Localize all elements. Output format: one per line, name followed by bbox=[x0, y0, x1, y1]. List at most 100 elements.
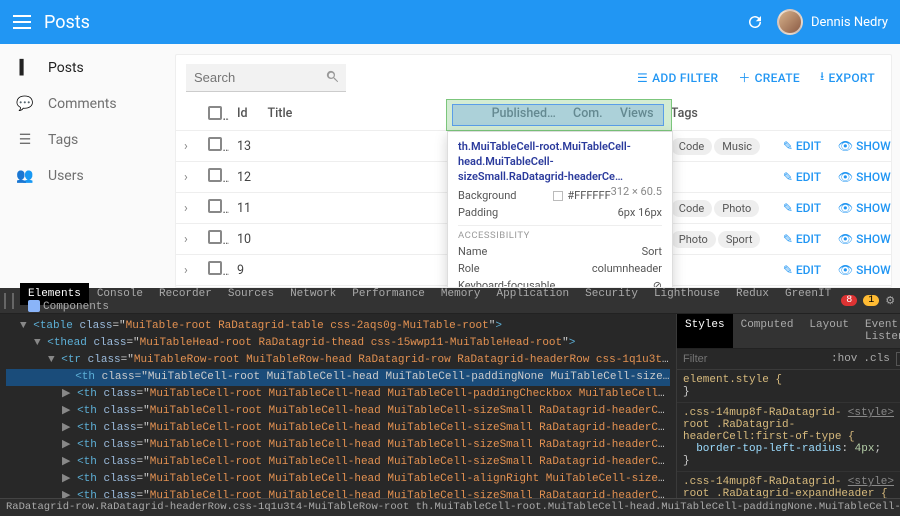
dom-node[interactable]: ▶ <th class="MuiTableCell-root MuiTableC… bbox=[6, 403, 670, 420]
cell-tags: CodeMusic bbox=[663, 131, 775, 162]
tag-chip[interactable]: Music bbox=[714, 138, 760, 155]
header-views[interactable]: Views bbox=[612, 100, 663, 131]
show-button[interactable]: 👁SHOW bbox=[838, 139, 891, 153]
dom-node[interactable]: <th class="MuiTableCell-root MuiTableCel… bbox=[6, 369, 670, 386]
styles-tab-computed[interactable]: Computed bbox=[733, 314, 802, 348]
show-button[interactable]: 👁SHOW bbox=[838, 232, 891, 246]
devtools-tab-redux[interactable]: Redux bbox=[728, 283, 777, 305]
devtools-tab-performance[interactable]: Performance bbox=[344, 283, 433, 305]
add-filter-button[interactable]: ☰ADD FILTER bbox=[631, 67, 724, 89]
dom-node[interactable]: ▼ <thead class="MuiTableHead-root RaData… bbox=[6, 335, 670, 352]
create-button[interactable]: ＋CREATE bbox=[732, 65, 806, 90]
refresh-icon[interactable] bbox=[745, 12, 765, 32]
sidebar-item-posts[interactable]: ▍Posts bbox=[0, 50, 175, 86]
edit-button[interactable]: ✎EDIT bbox=[783, 170, 821, 184]
edit-button[interactable]: ✎EDIT bbox=[783, 232, 821, 246]
sidebar-item-tags[interactable]: ☰Tags bbox=[0, 122, 175, 158]
swatch-icon bbox=[553, 191, 563, 201]
dom-tree[interactable]: ▼ <table class="MuiTable-root RaDatagrid… bbox=[0, 314, 676, 498]
css-rule[interactable]: <style>.css-14mup8f-RaDatagrid-root .RaD… bbox=[677, 472, 900, 498]
tag-chip[interactable]: Code bbox=[671, 200, 712, 217]
search-input[interactable] bbox=[186, 64, 346, 92]
device-toolbar-icon[interactable] bbox=[12, 293, 14, 309]
dom-node[interactable]: ▶ <th class="MuiTableCell-root MuiTableC… bbox=[6, 437, 670, 454]
cell-tags: PhotoSport bbox=[663, 224, 775, 255]
chevron-right-icon[interactable]: › bbox=[184, 263, 188, 278]
settings-icon[interactable]: ⚙ bbox=[885, 294, 895, 308]
tag-chip[interactable]: Code bbox=[671, 138, 712, 155]
edit-button[interactable]: ✎EDIT bbox=[783, 139, 821, 153]
inspect-element-icon[interactable] bbox=[4, 293, 6, 309]
sidebar-item-label: Comments bbox=[48, 96, 117, 112]
dom-node[interactable]: ▶ <th class="MuiTableCell-root MuiTableC… bbox=[6, 386, 670, 403]
search-field[interactable] bbox=[186, 64, 346, 92]
eye-icon: 👁 bbox=[838, 170, 853, 184]
element-style[interactable]: element.style { bbox=[683, 374, 782, 386]
row-checkbox[interactable] bbox=[208, 261, 222, 275]
header-published[interactable]: Published at ↓ bbox=[484, 100, 565, 131]
row-checkbox[interactable] bbox=[208, 168, 222, 182]
devtools-tab-security[interactable]: Security bbox=[577, 283, 646, 305]
devtools-tabbar: ElementsConsoleRecorderSourcesNetworkPer… bbox=[0, 288, 900, 314]
export-button[interactable]: ⭳EXPORT bbox=[814, 63, 881, 92]
chevron-right-icon[interactable]: › bbox=[184, 232, 188, 247]
eye-icon: 👁 bbox=[838, 201, 853, 215]
devtools-tab-greenit[interactable]: GreenIT bbox=[777, 283, 839, 305]
edit-button[interactable]: ✎EDIT bbox=[783, 201, 821, 215]
cell-tags bbox=[663, 255, 775, 286]
header-tags[interactable]: Tags bbox=[663, 100, 775, 131]
tag-chip[interactable]: Photo bbox=[671, 231, 716, 248]
header-com[interactable]: Com. bbox=[565, 100, 612, 131]
devtools-tab-lighthouse[interactable]: Lighthouse bbox=[646, 283, 728, 305]
new-rule-icon[interactable]: + bbox=[896, 352, 900, 366]
tag-chip[interactable]: Photo bbox=[714, 200, 759, 217]
inspect-tooltip: th.MuiTableCell-root.MuiTableCell-head.M… bbox=[447, 131, 673, 288]
show-button[interactable]: 👁SHOW bbox=[838, 263, 891, 277]
dom-node[interactable]: ▶ <th class="MuiTableCell-root MuiTableC… bbox=[6, 488, 670, 498]
error-badge[interactable]: 8 bbox=[841, 295, 857, 306]
dom-node[interactable]: ▶ <th class="MuiTableCell-root MuiTableC… bbox=[6, 420, 670, 437]
breadcrumb[interactable]: RaDatagrid-row.RaDatagrid-headerRow.css-… bbox=[0, 498, 900, 516]
styles-filter-input[interactable] bbox=[683, 353, 825, 365]
dom-node[interactable]: ▼ <table class="MuiTable-root RaDatagrid… bbox=[6, 318, 670, 335]
eye-icon: 👁 bbox=[838, 263, 853, 277]
cell-id: 12 bbox=[229, 162, 260, 193]
devtools-tab-sources[interactable]: Sources bbox=[220, 283, 282, 305]
chevron-right-icon[interactable]: › bbox=[184, 170, 188, 185]
devtools-tab-recorder[interactable]: Recorder bbox=[151, 283, 220, 305]
user-menu[interactable]: Dennis Nedry bbox=[777, 9, 888, 35]
select-all-checkbox[interactable] bbox=[208, 106, 222, 120]
content-panel: ☰ADD FILTER ＋CREATE ⭳EXPORT Id Title Pub… bbox=[175, 54, 892, 288]
header-id[interactable]: Id bbox=[229, 100, 260, 131]
show-button[interactable]: 👁SHOW bbox=[838, 201, 891, 215]
dom-node[interactable]: ▶ <th class="MuiTableCell-root MuiTableC… bbox=[6, 454, 670, 471]
devtools-tab-network[interactable]: Network bbox=[282, 283, 344, 305]
tag-chip[interactable]: Sport bbox=[718, 231, 761, 248]
row-checkbox[interactable] bbox=[208, 230, 222, 244]
styles-tab-event-listeners[interactable]: Event Listeners bbox=[857, 314, 900, 348]
styles-panel: StylesComputedLayoutEvent Listeners» :ho… bbox=[676, 314, 900, 498]
dom-node[interactable]: ▶ <th class="MuiTableCell-root MuiTableC… bbox=[6, 471, 670, 488]
cell-id: 10 bbox=[229, 224, 260, 255]
chevron-right-icon[interactable]: › bbox=[184, 139, 188, 154]
styles-tab-layout[interactable]: Layout bbox=[801, 314, 857, 348]
dom-node[interactable]: ▼ <tr class="MuiTableRow-root MuiTableRo… bbox=[6, 352, 670, 369]
devtools-tab-application[interactable]: Application bbox=[489, 283, 578, 305]
sidebar-item-users[interactable]: 👥Users bbox=[0, 158, 175, 194]
show-button[interactable]: 👁SHOW bbox=[838, 170, 891, 184]
warning-badge[interactable]: 1 bbox=[863, 295, 879, 306]
row-checkbox[interactable] bbox=[208, 137, 222, 151]
menu-icon[interactable] bbox=[12, 12, 32, 32]
edit-button[interactable]: ✎EDIT bbox=[783, 263, 821, 277]
css-rule[interactable]: <style>.css-14mup8f-RaDatagrid-root .RaD… bbox=[677, 403, 900, 472]
app-bar: Posts Dennis Nedry bbox=[0, 0, 900, 44]
header-title[interactable]: Title bbox=[260, 100, 484, 131]
sidebar-item-comments[interactable]: 💬Comments bbox=[0, 86, 175, 122]
styles-tab-styles[interactable]: Styles bbox=[677, 314, 733, 348]
chevron-right-icon[interactable]: › bbox=[184, 201, 188, 216]
hov-toggle[interactable]: :hov bbox=[831, 353, 857, 365]
devtools-tab-memory[interactable]: Memory bbox=[433, 283, 489, 305]
cls-toggle[interactable]: .cls bbox=[863, 353, 889, 365]
cell-id: 9 bbox=[229, 255, 260, 286]
row-checkbox[interactable] bbox=[208, 199, 222, 213]
